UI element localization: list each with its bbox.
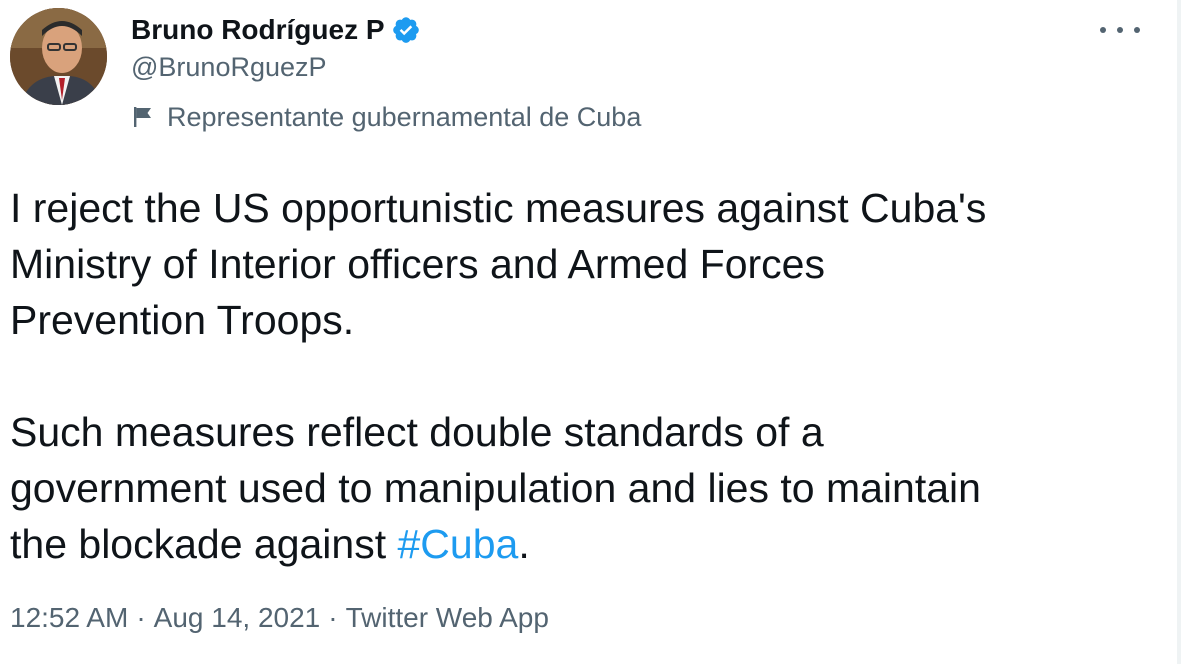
tweet-metadata: 12:52 AM · Aug 14, 2021 · Twitter Web Ap… (10, 602, 549, 634)
scroll-edge (1177, 0, 1181, 664)
dot (1117, 27, 1123, 33)
dot (1100, 27, 1106, 33)
tweet-line: Ministry of Interior officers and Armed … (10, 241, 825, 287)
dot (1134, 27, 1140, 33)
tweet-date[interactable]: Aug 14, 2021 (154, 602, 321, 634)
verified-badge-icon (391, 15, 421, 45)
flag-icon (131, 105, 155, 129)
tweet-line: Prevention Troops. (10, 297, 355, 343)
tweet-line: Such measures reflect double standards o… (10, 409, 824, 455)
tweet-line: I reject the US opportunistic measures a… (10, 185, 987, 231)
government-label-text: Representante gubernamental de Cuba (167, 101, 642, 132)
separator: · (328, 602, 338, 633)
more-options-icon[interactable] (1100, 18, 1140, 42)
government-label: Representante gubernamental de Cuba (131, 100, 641, 134)
tweet-line: the blockade against #Cuba. (10, 516, 1160, 572)
hashtag-link[interactable]: #Cuba (398, 521, 519, 567)
tweet-text-segment: . (518, 521, 530, 567)
author-handle[interactable]: @BrunoRguezP (131, 52, 327, 83)
avatar[interactable] (10, 8, 107, 105)
tweet-source[interactable]: Twitter Web App (346, 602, 549, 634)
tweet-time[interactable]: 12:52 AM (10, 602, 128, 634)
tweet-line: government used to manipulation and lies… (10, 465, 981, 511)
separator: · (136, 602, 146, 633)
tweet-text-segment: the blockade against (10, 521, 398, 567)
author-name-row[interactable]: Bruno Rodríguez P (131, 12, 421, 48)
tweet-text: I reject the US opportunistic measures a… (10, 180, 1160, 572)
author-display-name[interactable]: Bruno Rodríguez P (131, 14, 385, 46)
profile-photo (10, 8, 107, 105)
